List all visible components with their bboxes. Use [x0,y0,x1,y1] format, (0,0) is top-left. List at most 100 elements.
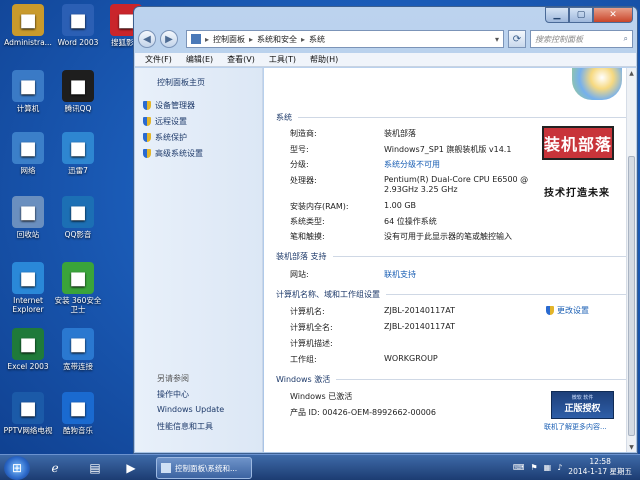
ram-value: 1.00 GB [384,201,417,210]
address-dropdown-icon[interactable]: ▾ [495,35,499,44]
desktop-icon[interactable]: ■ Administra... [2,4,54,47]
workgroup-label: 工作组: [290,355,317,364]
search-placeholder: 搜索控制面板 [535,34,583,44]
menu-view[interactable]: 查看(V) [227,54,255,65]
desktop-icon[interactable]: ■ 迅雷7 [52,132,104,175]
scroll-thumb[interactable] [628,156,635,436]
desktop-icon[interactable]: ■ Internet Explorer [2,262,54,314]
taskbar-ie-icon[interactable]: ℯ [40,458,70,478]
back-button[interactable]: ◀ [138,30,156,48]
desktop-icon-label: Word 2003 [57,38,99,47]
search-icon: ⌕ [623,34,628,43]
task-label: 控制面板\系统和... [175,463,238,473]
shield-icon [143,101,151,110]
desktop-icon-label: 宽带连接 [63,362,93,371]
sidebar-item-system-protection[interactable]: 系统保护 [143,132,187,143]
activation-status: Windows 已激活 [290,392,353,401]
section-title: 系统 [276,113,292,122]
menu-file[interactable]: 文件(F) [145,54,172,65]
desktop-icon[interactable]: ■ 宽带连接 [52,328,104,371]
system-tray: ⌨ ⚑ ▦ ♪ 12:58 2014-1-17 星期五 [513,457,632,477]
product-id: 产品 ID: 00426-OEM-8992662-00006 [290,408,436,417]
desktop-icon[interactable]: ■ Excel 2003 [2,328,54,371]
model-value: Windows7_SP1 旗舰装机版 v14.1 [384,145,512,154]
desktop-icon[interactable]: ■ Word 2003 [52,4,104,47]
desktop-icon-label: 酷狗音乐 [63,426,93,435]
sidebar-item-device-manager[interactable]: 设备管理器 [143,100,195,111]
see-also-action-center[interactable]: 操作中心 [157,389,189,400]
taskbar-media-icon[interactable]: ▶ [116,458,146,478]
address-bar[interactable]: ▸ 控制面板 ▸ 系统和安全 ▸ 系统 ▾ [186,30,504,48]
maximize-button[interactable]: ▢ [569,7,593,23]
desktop-icon[interactable]: ■ 计算机 [2,70,54,113]
flag-icon[interactable]: ⚑ [530,463,537,472]
user-folder-icon: ■ [12,4,44,36]
taskbar: ⊞ ℯ ▤ ▶ 控制面板\系统和... ⌨ ⚑ ▦ ♪ 12:58 2014-1… [0,454,640,480]
shield-icon [143,133,151,142]
desktop-icon[interactable]: ■ 回收站 [2,196,54,239]
control-panel-icon [191,34,201,44]
menu-bar: 文件(F) 编辑(E) 查看(V) 工具(T) 帮助(H) [135,53,636,67]
online-support-link[interactable]: 联机支持 [384,269,416,280]
broadband-icon: ■ [62,328,94,360]
computer-icon: ■ [12,70,44,102]
breadcrumb-system-security[interactable]: 系统和安全 [257,34,297,45]
sidebar-item-remote-settings[interactable]: 远程设置 [143,116,187,127]
support-section-header: 装机部落 支持 [276,251,626,262]
clock-date: 2014-1-17 星期五 [568,467,632,476]
system-section-header: 系统 [276,112,626,123]
change-settings-link[interactable]: 更改设置 [546,305,589,316]
desktop-icon[interactable]: ■ PPTV网络电视 [2,392,54,435]
sidebar: 控制面板主页 设备管理器 远程设置 系统保护 高级系统设置 另请参阅 操作中心 … [135,68,263,452]
shield-icon [143,117,151,126]
description-label: 计算机描述: [290,339,333,348]
desktop-icon-label: 计算机 [16,104,40,113]
breadcrumb-system[interactable]: 系统 [309,34,325,45]
learn-more-link[interactable]: 联机了解更多内容... [544,422,607,432]
close-button[interactable]: ✕ [593,7,633,23]
navigation-bar: ◀ ▶ ▸ 控制面板 ▸ 系统和安全 ▸ 系统 ▾ ⟳ 搜索控制面板 ⌕ [138,27,633,51]
see-also-performance[interactable]: 性能信息和工具 [157,421,213,432]
genuine-badge: 微软 软件 正版授权 [551,391,614,419]
menu-help[interactable]: 帮助(H) [310,54,338,65]
desktop-icon-label: 迅雷7 [68,166,88,175]
desktop-icon-label: 腾讯QQ [64,104,92,113]
caption-buttons: ▁ ▢ ✕ [545,7,633,23]
clock[interactable]: 12:58 2014-1-17 星期五 [568,457,632,477]
manufacturer-value: 装机部落 [384,129,416,138]
volume-icon[interactable]: ♪ [557,463,562,472]
sidebar-control-panel-home[interactable]: 控制面板主页 [157,77,205,88]
network-tray-icon[interactable]: ▦ [544,463,552,472]
refresh-button[interactable]: ⟳ [508,30,526,48]
scroll-up-icon[interactable]: ▲ [627,68,636,78]
clock-time: 12:58 [589,457,611,466]
input-method-icon[interactable]: ⌨ [513,463,525,472]
desktop-icon-label: Excel 2003 [7,362,49,371]
desktop-icon-label: 回收站 [16,230,40,239]
sidebar-item-advanced-settings[interactable]: 高级系统设置 [143,148,203,159]
desktop-icon[interactable]: ■ QQ影音 [52,196,104,239]
desktop-icon[interactable]: ■ 网络 [2,132,54,175]
scroll-down-icon[interactable]: ▼ [627,442,636,452]
minimize-button[interactable]: ▁ [545,7,569,23]
forward-button[interactable]: ▶ [160,30,178,48]
windows-logo-icon [572,68,622,100]
see-also-windows-update[interactable]: Windows Update [157,405,224,414]
taskbar-task-control-panel[interactable]: 控制面板\系统和... [156,457,252,479]
pen-touch-value: 没有可用于此显示器的笔或触控输入 [384,232,512,241]
desktop-icon[interactable]: ■ 酷狗音乐 [52,392,104,435]
desktop-icon[interactable]: ■ 安装 360安全卫士 [52,262,104,314]
word-icon: ■ [62,4,94,36]
breadcrumb-separator: ▸ [249,34,254,44]
taskbar-explorer-icon[interactable]: ▤ [80,458,110,478]
content-pane: 系统 制造商: 装机部落 型号: Windows7_SP1 旗舰装机版 v14.… [264,68,636,452]
system-type-label: 系统类型: [290,217,325,226]
start-button[interactable]: ⊞ [4,456,30,480]
desktop-icon[interactable]: ■ 腾讯QQ [52,70,104,113]
menu-edit[interactable]: 编辑(E) [186,54,213,65]
rating-link[interactable]: 系统分级不可用 [384,159,440,170]
breadcrumb-control-panel[interactable]: 控制面板 [213,34,245,45]
menu-tools[interactable]: 工具(T) [269,54,296,65]
vertical-scrollbar[interactable]: ▲ ▼ [626,68,636,452]
search-input[interactable]: 搜索控制面板 ⌕ [530,30,633,48]
